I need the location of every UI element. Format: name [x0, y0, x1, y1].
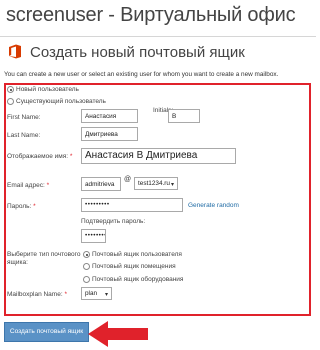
mailbox-type-equipment-radio[interactable] — [83, 276, 90, 283]
at-sign: @ — [124, 176, 132, 183]
mailbox-type-room-radio[interactable] — [83, 263, 90, 270]
first-name-input[interactable]: Анастасия — [81, 109, 138, 123]
email-domain-value: test1234.ru — [138, 180, 170, 187]
header-divider — [0, 36, 316, 37]
password-label-text: Пароль: — [7, 203, 32, 210]
email-label: Email адрес: * — [7, 182, 49, 189]
required-mark: * — [33, 203, 36, 210]
mailbox-plan-select[interactable]: plan ▾ — [81, 287, 112, 300]
create-mailbox-button[interactable]: Создать почтовый ящик — [4, 322, 89, 342]
mailbox-plan-label-text: Mailboxplan Name: — [7, 291, 63, 298]
confirm-password-input[interactable]: ••••••••• — [81, 229, 106, 243]
chevron-down-icon: ▾ — [170, 182, 174, 188]
last-name-label: Last Name: — [7, 132, 41, 139]
required-mark: * — [46, 182, 50, 189]
last-name-input[interactable]: Дмитриева — [81, 127, 138, 141]
existing-user-label: Существующий пользователь — [16, 98, 106, 105]
generate-random-link[interactable]: Generate random — [188, 202, 239, 209]
mailbox-type-user-radio[interactable] — [83, 251, 90, 258]
display-name-input[interactable]: Анастасия В Дмитриева — [81, 148, 236, 164]
display-name-label: Отображаемое имя: * — [7, 153, 72, 160]
password-label: Пароль: * — [7, 203, 36, 210]
app-title: screenuser - Виртуальный офис — [6, 4, 296, 26]
mailbox-plan-label: Mailboxplan Name: * — [7, 291, 67, 298]
password-input[interactable]: ••••••••• — [81, 198, 183, 212]
mailbox-type-label-line2: ящика: — [7, 259, 28, 266]
intro-text: You can create a new user or select an e… — [4, 71, 279, 78]
first-name-label: First Name: — [7, 114, 41, 121]
required-mark: * — [64, 291, 67, 298]
office-logo-icon — [9, 44, 21, 59]
new-user-label: Новый пользователь — [16, 86, 79, 93]
required-mark: * — [69, 153, 73, 160]
red-arrow-icon — [88, 321, 148, 347]
mailbox-plan-value: plan — [85, 290, 98, 297]
chevron-down-icon: ▾ — [104, 292, 108, 298]
page-heading: Создать новый почтовый ящик — [30, 44, 245, 61]
display-name-label-text: Отображаемое имя: — [7, 153, 69, 160]
confirm-password-label: Подтвердить пароль: — [81, 218, 146, 225]
mailbox-type-room-label: Почтовый ящик помещения — [92, 263, 176, 270]
email-label-text: Email адрес: — [7, 182, 45, 189]
email-domain-select[interactable]: test1234.ru ▾ — [134, 177, 178, 190]
email-alias-input[interactable]: admitrieva — [81, 177, 121, 191]
mailbox-type-label-line1: Выберите тип почтового — [7, 251, 81, 258]
initials-input[interactable]: В — [168, 109, 200, 123]
new-user-radio[interactable] — [7, 86, 14, 93]
mailbox-type-equipment-label: Почтовый ящик оборудования — [92, 276, 184, 283]
mailbox-type-user-label: Почтовый ящик пользователя — [92, 251, 182, 258]
existing-user-radio[interactable] — [7, 98, 14, 105]
